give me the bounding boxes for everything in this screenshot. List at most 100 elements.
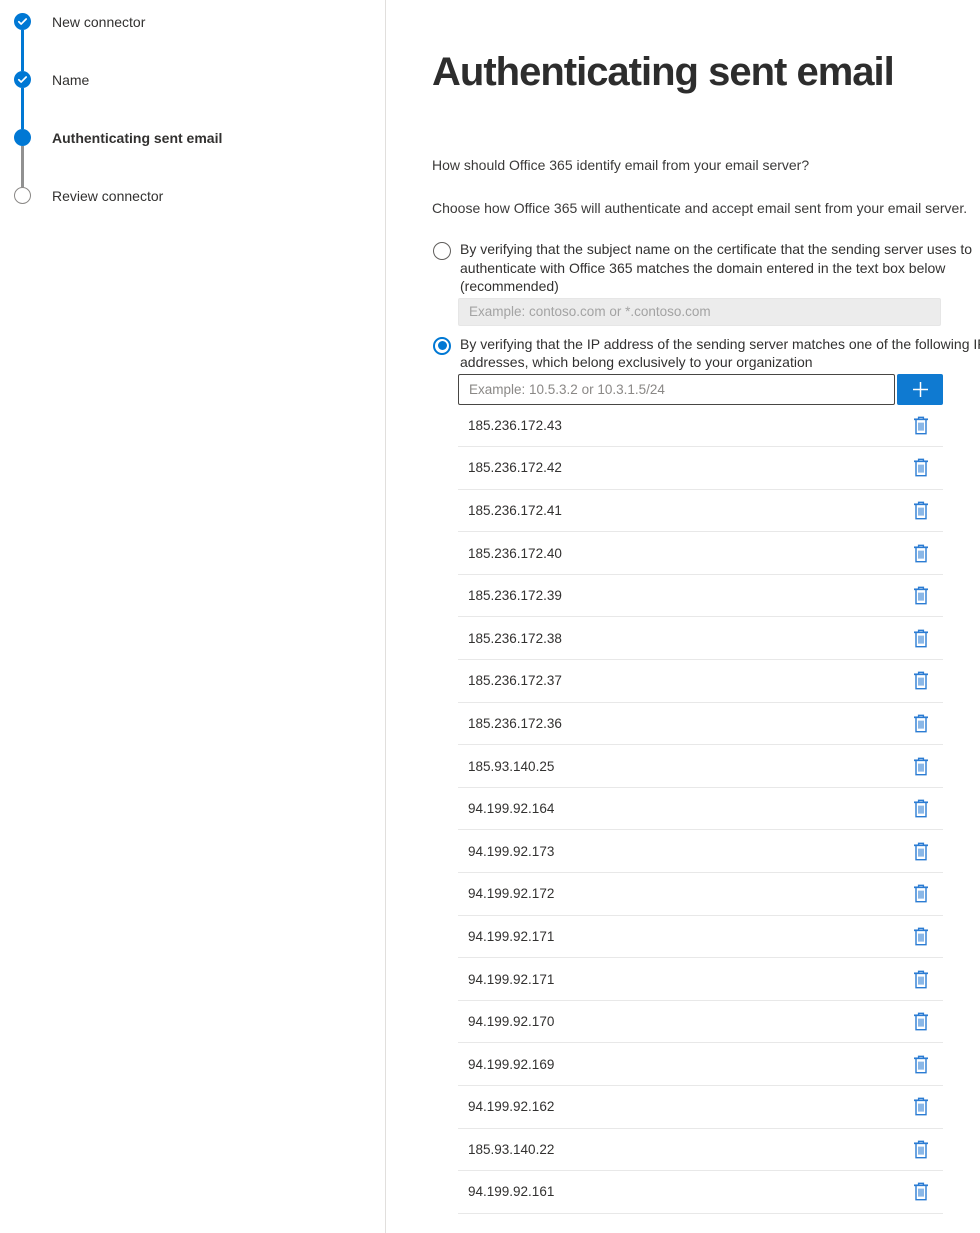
ip-list: 185.236.172.43 185.236.172.42 185.236.17… [458, 405, 943, 1214]
ip-address: 94.199.92.171 [468, 929, 554, 944]
ip-list-item: 185.236.172.39 [458, 575, 943, 618]
trash-icon [913, 671, 929, 690]
trash-icon [913, 1012, 929, 1031]
delete-ip-button[interactable] [912, 884, 929, 904]
ip-list-item: 185.93.140.22 [458, 1129, 943, 1172]
ip-address: 185.93.140.25 [468, 759, 554, 774]
ip-list-item: 185.236.172.41 [458, 490, 943, 533]
trash-icon [913, 1055, 929, 1074]
ip-address: 185.236.172.40 [468, 546, 562, 561]
ip-address: 94.199.92.172 [468, 886, 554, 901]
delete-ip-button[interactable] [912, 799, 929, 819]
certificate-option-label: By verifying that the subject name on th… [460, 240, 972, 296]
trash-icon [913, 1182, 929, 1201]
ip-entry-row [458, 374, 977, 405]
ip-address: 94.199.92.162 [468, 1099, 554, 1114]
ip-list-item: 185.236.172.37 [458, 660, 943, 703]
delete-ip-button[interactable] [912, 628, 929, 648]
delete-ip-button[interactable] [912, 841, 929, 861]
ip-address: 94.199.92.169 [468, 1057, 554, 1072]
delete-ip-button[interactable] [912, 458, 929, 478]
ip-address: 185.236.172.42 [468, 460, 562, 475]
check-icon [14, 71, 31, 88]
trash-icon [913, 458, 929, 477]
current-step-dot-icon [14, 129, 31, 146]
delete-ip-button[interactable] [912, 756, 929, 776]
ip-address: 185.236.172.36 [468, 716, 562, 731]
trash-icon [913, 629, 929, 648]
ip-option-label: By verifying that the IP address of the … [460, 335, 980, 372]
instruction-text: Choose how Office 365 will authenticate … [432, 198, 977, 218]
ip-list-item: 94.199.92.171 [458, 958, 943, 1001]
trash-icon [913, 416, 929, 435]
step-label: New connector [52, 14, 145, 30]
question-text: How should Office 365 identify email fro… [432, 155, 977, 175]
ip-address: 185.93.140.22 [468, 1142, 554, 1157]
ip-list-item: 185.236.172.38 [458, 617, 943, 660]
step-label: Name [52, 72, 89, 88]
step-name[interactable]: Name [14, 71, 385, 88]
step-review-connector[interactable]: Review connector [14, 187, 385, 204]
page-title: Authenticating sent email [432, 48, 977, 96]
trash-icon [913, 544, 929, 563]
delete-ip-button[interactable] [912, 671, 929, 691]
ip-address: 185.236.172.37 [468, 673, 562, 688]
ip-list-item: 94.199.92.170 [458, 1001, 943, 1044]
ip-address: 94.199.92.173 [468, 844, 554, 859]
ip-address: 185.236.172.43 [468, 418, 562, 433]
delete-ip-button[interactable] [912, 415, 929, 435]
ip-list-item: 185.236.172.36 [458, 703, 943, 746]
delete-ip-button[interactable] [912, 1054, 929, 1074]
trash-icon [913, 927, 929, 946]
ip-list-item: 94.199.92.171 [458, 916, 943, 959]
ip-list-item: 94.199.92.161 [458, 1171, 943, 1214]
trash-icon [913, 501, 929, 520]
delete-ip-button[interactable] [912, 1182, 929, 1202]
trash-icon [913, 884, 929, 903]
ip-address: 185.236.172.41 [468, 503, 562, 518]
add-ip-button[interactable] [897, 374, 943, 405]
wizard-stepper: New connector Name Authenticating sent e… [0, 0, 386, 1233]
trash-icon [913, 1140, 929, 1159]
check-icon [14, 13, 31, 30]
delete-ip-button[interactable] [912, 713, 929, 733]
ip-address: 94.199.92.170 [468, 1014, 554, 1029]
delete-ip-button[interactable] [912, 1139, 929, 1159]
delete-ip-button[interactable] [912, 969, 929, 989]
step-connector [21, 30, 24, 71]
empty-step-circle-icon [14, 187, 31, 204]
ip-list-item: 185.93.140.25 [458, 745, 943, 788]
delete-ip-button[interactable] [912, 586, 929, 606]
ip-address: 94.199.92.161 [468, 1184, 554, 1199]
ip-list-item: 94.199.92.169 [458, 1043, 943, 1086]
trash-icon [913, 970, 929, 989]
ip-list-item: 185.236.172.42 [458, 447, 943, 490]
step-authenticating-sent-email[interactable]: Authenticating sent email [14, 129, 385, 146]
authenticating-sent-email-panel: Authenticating sent email How should Off… [432, 0, 977, 1214]
ip-list-item: 94.199.92.162 [458, 1086, 943, 1129]
ip-address-radio[interactable] [433, 337, 451, 355]
trash-icon [913, 1097, 929, 1116]
step-connector [21, 88, 24, 129]
certificate-radio[interactable] [433, 242, 451, 260]
ip-address: 185.236.172.39 [468, 588, 562, 603]
delete-ip-button[interactable] [912, 543, 929, 563]
domain-input [458, 298, 941, 326]
delete-ip-button[interactable] [912, 1012, 929, 1032]
delete-ip-button[interactable] [912, 500, 929, 520]
option-ip-address: By verifying that the IP address of the … [433, 335, 977, 372]
delete-ip-button[interactable] [912, 926, 929, 946]
step-new-connector[interactable]: New connector [14, 13, 385, 30]
ip-list-item: 185.236.172.40 [458, 532, 943, 575]
trash-icon [913, 757, 929, 776]
ip-address: 94.199.92.171 [468, 972, 554, 987]
step-connector [21, 146, 24, 187]
trash-icon [913, 714, 929, 733]
delete-ip-button[interactable] [912, 1097, 929, 1117]
ip-address: 185.236.172.38 [468, 631, 562, 646]
ip-address: 94.199.92.164 [468, 801, 554, 816]
trash-icon [913, 586, 929, 605]
option-certificate: By verifying that the subject name on th… [433, 240, 977, 296]
step-label: Review connector [52, 188, 163, 204]
ip-address-input[interactable] [458, 374, 895, 405]
